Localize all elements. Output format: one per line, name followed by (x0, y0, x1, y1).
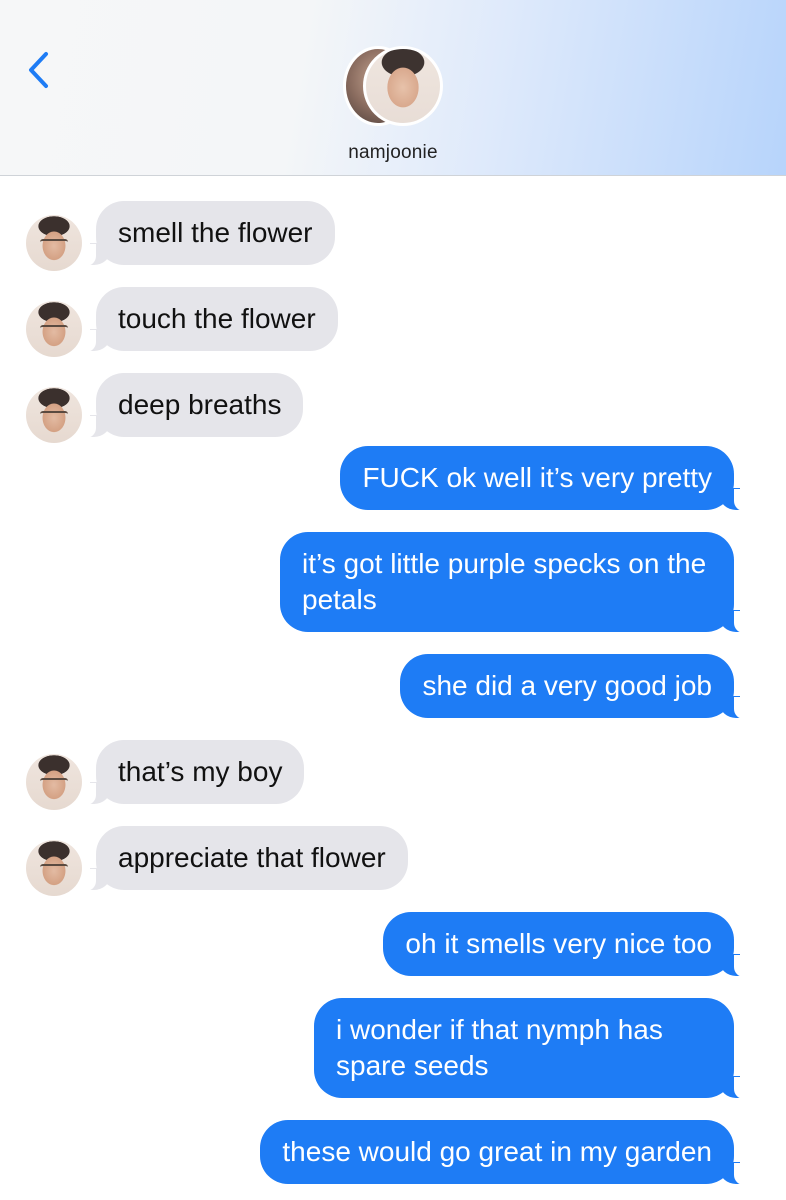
message-thread: smell the flower touch the flower deep b… (0, 176, 786, 1200)
conversation-header: namjoonie (0, 0, 786, 176)
outgoing-message-bubble[interactable]: FUCK ok well it’s very pretty (340, 446, 748, 511)
sender-avatar (26, 301, 82, 357)
outgoing-message-bubble[interactable]: it’s got little purple specks on the pet… (280, 532, 748, 633)
contact-name[interactable]: namjoonie (0, 142, 786, 164)
outgoing-message-bubble[interactable]: i wonder if that nymph has spare seeds (314, 998, 748, 1099)
incoming-message-bubble[interactable]: that’s my boy (81, 740, 305, 805)
sender-avatar (26, 215, 82, 271)
incoming-message-bubble[interactable]: deep breaths (81, 373, 304, 438)
back-button[interactable] (22, 48, 56, 92)
incoming-message-bubble[interactable]: smell the flower (82, 201, 335, 266)
outgoing-message-bubble[interactable]: oh it smells very nice too (383, 912, 748, 977)
sender-avatar (26, 754, 82, 810)
contact-avatar-button[interactable] (343, 46, 445, 128)
outgoing-message-bubble[interactable]: these would go great in my garden (260, 1120, 748, 1185)
sender-avatar (26, 387, 82, 443)
incoming-message-bubble[interactable]: touch the flower (82, 287, 338, 352)
incoming-message-bubble[interactable]: appreciate that flower (82, 826, 408, 891)
contact-avatar (363, 46, 443, 126)
chevron-left-icon (29, 52, 48, 88)
outgoing-message-bubble[interactable]: she did a very good job (400, 654, 748, 719)
sender-avatar (26, 840, 82, 896)
